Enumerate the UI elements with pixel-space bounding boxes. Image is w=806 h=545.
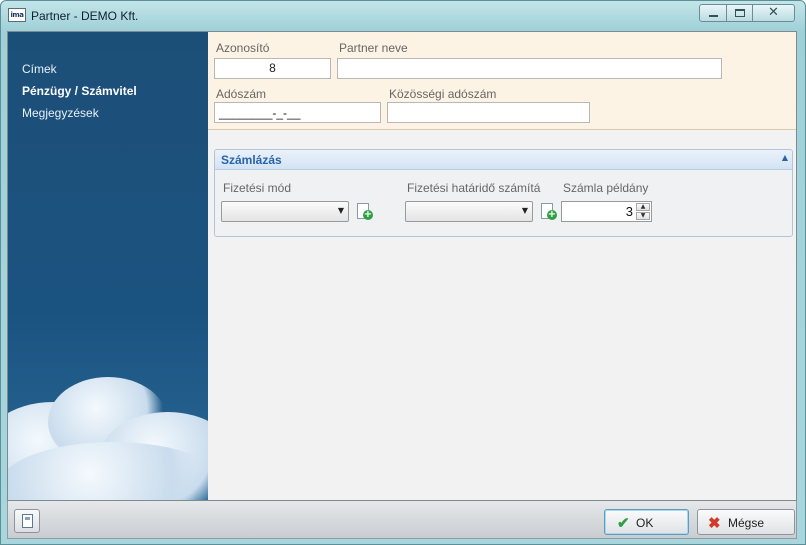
calculator-icon [22, 514, 33, 528]
tax-number-mask: ________-_-__ [219, 106, 301, 120]
eu-tax-number-field[interactable] [387, 102, 590, 123]
cancel-button[interactable]: ✖ Mégse [697, 509, 795, 535]
minimize-icon [709, 15, 718, 17]
plus-icon: + [363, 209, 373, 220]
payment-method-label: Fizetési mód [223, 181, 292, 195]
payment-method-select[interactable]: ▼ [221, 201, 349, 222]
billing-group: Számlázás ▲ Fizetési mód ▼ + Fizetési ha… [214, 149, 793, 237]
invoice-copies-value: 3 [625, 204, 633, 219]
plus-icon: + [547, 209, 557, 220]
minimize-button[interactable] [699, 4, 727, 22]
chevron-down-icon: ▼ [521, 206, 528, 215]
add-due-date-calc-button[interactable]: + [540, 203, 557, 221]
sidebar-item-cimek[interactable]: Címek [22, 62, 57, 76]
cancel-x-icon: ✖ [708, 515, 721, 532]
partner-name-field[interactable] [337, 58, 722, 79]
due-date-calc-label: Fizetési határidő számítá [407, 181, 541, 195]
window-title: Partner - DEMO Kft. [31, 9, 139, 23]
calculator-button[interactable] [14, 509, 40, 533]
invoice-copies-label: Számla példány [563, 181, 649, 195]
tax-number-label: Adószám [216, 87, 267, 101]
sidebar-item-megjegyzesek[interactable]: Megjegyzések [22, 106, 99, 120]
eu-tax-number-label: Közösségi adószám [389, 87, 497, 101]
title-bar[interactable]: ima Partner - DEMO Kft. ✕ [1, 1, 805, 31]
stepper-down-icon[interactable]: ▼ [636, 212, 650, 220]
invoice-copies-stepper[interactable]: 3 ▲ ▼ [561, 201, 652, 222]
billing-group-header[interactable]: Számlázás ▲ [215, 150, 792, 170]
tax-number-field[interactable]: ________-_-__ [214, 102, 381, 123]
partner-header-form: Azonosító 8 Partner neve Adószám _______… [208, 32, 796, 130]
checkmark-icon: ✔ [617, 515, 630, 532]
client-area: Címek Pénzügy / Számvitel Megjegyzések A… [7, 31, 797, 501]
chevron-down-icon: ▼ [337, 206, 344, 215]
cancel-label: Mégse [728, 516, 765, 530]
id-label: Azonosító [216, 41, 270, 55]
due-date-calc-select[interactable]: ▼ [405, 201, 533, 222]
maximize-button[interactable] [726, 4, 753, 22]
app-logo-icon: ima [8, 8, 26, 22]
close-button[interactable]: ✕ [752, 4, 795, 22]
id-field[interactable]: 8 [214, 58, 331, 79]
ok-button[interactable]: ✔ OK [604, 509, 689, 535]
sidebar-item-penzugy[interactable]: Pénzügy / Számvitel [22, 84, 137, 98]
collapse-icon[interactable]: ▲ [782, 153, 788, 162]
add-payment-method-button[interactable]: + [356, 203, 373, 221]
stepper-up-icon[interactable]: ▲ [636, 203, 650, 211]
sidebar: Címek Pénzügy / Számvitel Megjegyzések [8, 32, 208, 500]
maximize-icon [735, 9, 745, 17]
footer-bar: ✔ OK ✖ Mégse [7, 501, 797, 539]
partner-name-label: Partner neve [339, 41, 408, 55]
close-icon: ✕ [768, 5, 779, 20]
billing-group-title: Számlázás [221, 153, 282, 167]
ok-label: OK [636, 516, 654, 530]
stepper-buttons: ▲ ▼ [636, 203, 650, 220]
